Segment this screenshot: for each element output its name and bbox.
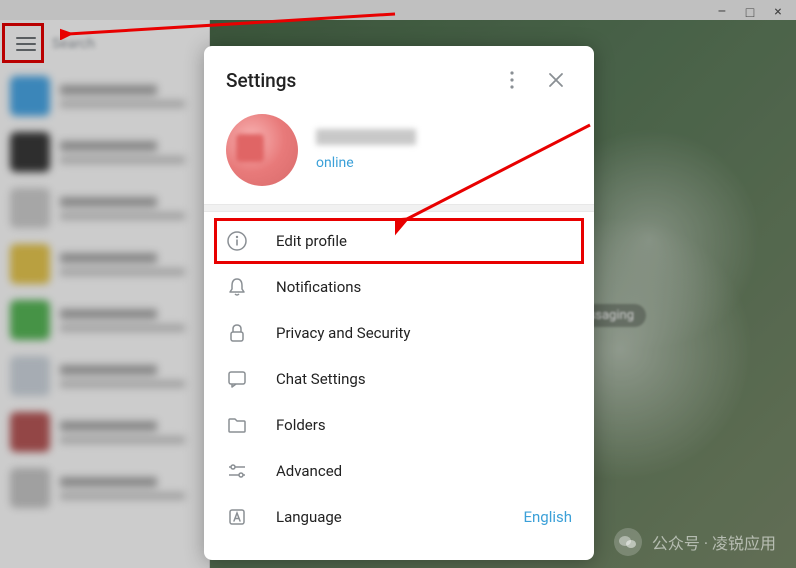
watermark: 公众号 · 凌锐应用 xyxy=(614,528,776,556)
profile-info: online xyxy=(316,129,572,171)
lock-icon xyxy=(226,322,248,344)
settings-item-label: Language xyxy=(276,508,495,526)
settings-item-label: Folders xyxy=(276,416,572,434)
settings-item-label: Notifications xyxy=(276,278,572,296)
advanced-icon xyxy=(226,460,248,482)
chat-icon xyxy=(226,368,248,390)
profile-status: online xyxy=(316,155,572,171)
profile-name xyxy=(316,129,416,145)
info-icon xyxy=(226,230,248,252)
settings-item-edit-profile[interactable]: Edit profile xyxy=(204,218,594,264)
more-options-button[interactable] xyxy=(496,64,528,96)
settings-item-value: English xyxy=(523,508,572,526)
language-icon xyxy=(226,506,248,528)
watermark-text: 公众号 · 凌锐应用 xyxy=(652,530,776,554)
divider xyxy=(204,204,594,212)
settings-item-label: Chat Settings xyxy=(276,370,572,388)
wechat-icon xyxy=(614,528,642,556)
settings-list: Edit profile Notifications Privacy and Sec… xyxy=(204,212,594,560)
close-settings-button[interactable] xyxy=(540,64,572,96)
settings-item-advanced[interactable]: Advanced xyxy=(204,448,594,494)
settings-item-folders[interactable]: Folders xyxy=(204,402,594,448)
settings-title: Settings xyxy=(226,69,484,92)
bell-icon xyxy=(226,276,248,298)
settings-item-label: Advanced xyxy=(276,462,572,480)
close-icon xyxy=(548,72,564,88)
settings-item-chat-settings[interactable]: Chat Settings xyxy=(204,356,594,402)
profile-section: online xyxy=(204,110,594,204)
more-vertical-icon xyxy=(510,71,514,89)
settings-item-label: Edit profile xyxy=(276,232,572,250)
settings-item-language[interactable]: Language English xyxy=(204,494,594,540)
settings-panel: Settings online Edit profile Notification… xyxy=(204,46,594,560)
profile-avatar[interactable] xyxy=(226,114,298,186)
settings-item-privacy-and-security[interactable]: Privacy and Security xyxy=(204,310,594,356)
settings-item-notifications[interactable]: Notifications xyxy=(204,264,594,310)
settings-header: Settings xyxy=(204,46,594,110)
folder-icon xyxy=(226,414,248,436)
settings-item-label: Privacy and Security xyxy=(276,324,572,342)
